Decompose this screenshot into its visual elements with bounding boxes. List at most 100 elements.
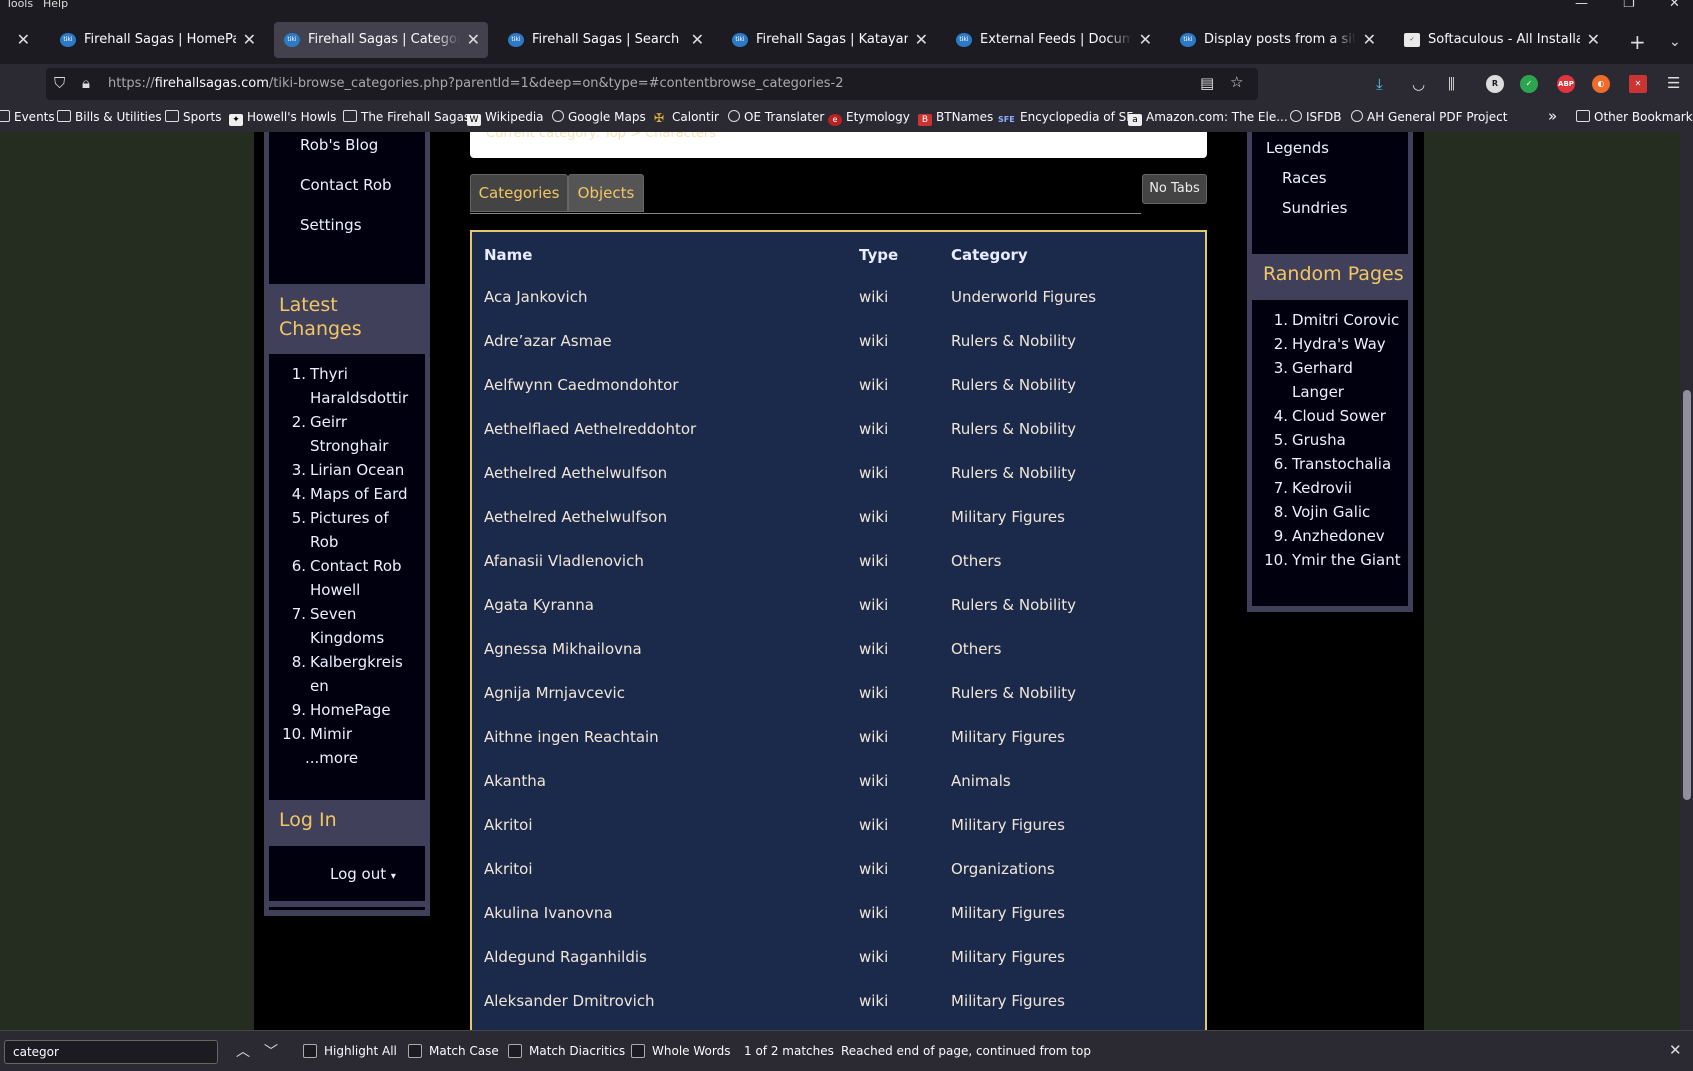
contact-rob-link[interactable]: Contact Rob [300,176,392,194]
bookmark-oe-translater[interactable]: OE Translater [728,110,824,124]
tab-categories[interactable]: Categories [470,174,568,212]
list-item[interactable]: 9. HomePage [282,698,412,722]
browser-tab[interactable]: ✓ Softaculous - All Installations ✕ [1394,22,1608,58]
cell-category[interactable]: Others [951,640,1001,658]
menu-help[interactable]: Help [43,0,68,10]
bookmark-amazon[interactable]: a Amazon.com: The Ele... [1128,110,1288,126]
browser-tab[interactable]: tiki Display posts from a site blog | [ … [1170,22,1384,58]
bookmark-sports[interactable]: Sports [165,110,221,124]
lock-icon[interactable]: 🔒︎ [82,74,90,92]
app-menu-icon[interactable]: ☰ [1667,74,1680,92]
list-item[interactable]: 6. Transtochalia [1264,452,1404,476]
find-input[interactable] [4,1040,218,1064]
cell-category[interactable]: Military Figures [951,948,1065,966]
bookmarks-overflow-icon[interactable]: » [1548,107,1557,125]
legends-link[interactable]: Legends [1266,139,1329,157]
list-item[interactable]: 2. Hydra's Way [1264,332,1404,356]
cell-category[interactable]: Military Figures [951,816,1065,834]
rob-blog-link[interactable]: Rob's Blog [300,136,378,154]
bookmark-isfdb[interactable]: ISFDB [1290,110,1342,124]
tab-partial[interactable]: ✕ [0,22,38,58]
cell-name[interactable]: Aelfwynn Caedmondohtor [484,376,678,394]
scrollbar-thumb[interactable] [1683,390,1691,800]
page-scrollbar[interactable] [1680,132,1693,1030]
cell-name[interactable]: Aethelred Aethelwulfson [484,508,667,526]
list-item[interactable]: 3. Gerhard Langer [1264,356,1404,404]
highlight-all-checkbox[interactable]: Highlight All [303,1044,397,1058]
list-item[interactable]: 3. Lirian Ocean [282,458,412,482]
new-tab-icon[interactable]: + [1629,30,1646,54]
close-tab-icon[interactable]: ✕ [915,30,928,49]
close-find-bar-icon[interactable]: ✕ [1669,1041,1682,1059]
browser-tab[interactable]: tiki Firehall Sagas | Search ✕ [498,22,712,58]
cell-name[interactable]: Akulina Ivanovna [484,904,613,922]
close-tab-icon[interactable]: ✕ [243,30,256,49]
cell-name[interactable]: Aleksander Dmitrovich [484,992,655,1010]
address-bar[interactable]: ⛉ 🔒︎ https://firehallsagas.com/tiki-brow… [46,68,1258,100]
bookmark-events[interactable]: Events [0,110,55,124]
list-item[interactable]: 1. Thyri Haraldsdottir [282,362,412,410]
cell-name[interactable]: Afanasii Vladlenovich [484,552,644,570]
cell-name[interactable]: Akritoi [484,816,533,834]
extension-r-icon[interactable]: R [1486,75,1504,93]
bookmark-bills[interactable]: Bills & Utilities [57,110,162,124]
cell-category[interactable]: Organizations [951,860,1055,878]
match-case-checkbox[interactable]: Match Case [408,1044,499,1058]
cell-name[interactable]: Aldegund Raganhildis [484,948,647,966]
bookmark-btnames[interactable]: B BTNames [918,110,993,126]
cell-category[interactable]: Others [951,552,1001,570]
list-item[interactable]: 5. Grusha [1264,428,1404,452]
cell-name[interactable]: Agata Kyranna [484,596,594,614]
list-item[interactable]: 4. Cloud Sower [1264,404,1404,428]
list-item[interactable]: 4. Maps of Eard [282,482,412,506]
column-header-category[interactable]: Category [951,246,1028,264]
cell-category[interactable]: Military Figures [951,728,1065,746]
cell-category[interactable]: Military Figures [951,992,1065,1010]
pocket-icon[interactable]: ◡ [1412,75,1425,93]
match-diacritics-checkbox[interactable]: Match Diacritics [508,1044,625,1058]
column-header-name[interactable]: Name [484,246,532,264]
list-tabs-icon[interactable]: ⌄ [1669,34,1681,50]
breadcrumb[interactable]: Current category: Top > Characters [486,132,716,141]
cell-category[interactable]: Rulers & Nobility [951,464,1076,482]
list-item[interactable]: 10. Mimir [282,722,412,746]
extension-orange-icon[interactable]: ◐ [1592,75,1610,93]
cell-name[interactable]: Agnessa Mikhailovna [484,640,642,658]
sundries-link[interactable]: Sundries [1282,199,1347,217]
cell-category[interactable]: Rulers & Nobility [951,684,1076,702]
find-next-icon[interactable]: ﹀ [264,1041,278,1061]
races-link[interactable]: Races [1282,169,1327,187]
list-item[interactable]: 2. Geirr Stronghair [282,410,412,458]
bookmark-google-maps[interactable]: Google Maps [552,110,646,124]
restore-icon[interactable]: ❐ [1623,0,1635,11]
adblock-plus-icon[interactable]: ABP [1557,75,1575,93]
browser-tab[interactable]: tiki Firehall Sagas | HomePage ✕ [50,22,264,58]
cell-category[interactable]: Military Figures [951,508,1065,526]
list-item[interactable]: 8. Kalbergkreisen [282,650,412,698]
column-header-type[interactable]: Type [859,246,898,264]
browser-tab[interactable]: tiki External Feeds | Documentation ✕ [946,22,1160,58]
close-tab-icon[interactable]: ✕ [691,30,704,49]
list-item[interactable]: 7. Seven Kingdoms [282,602,412,650]
close-tab-icon[interactable]: ✕ [1139,30,1152,49]
menu-tools[interactable]: Tools [6,0,33,10]
browser-tab[interactable]: tiki Firehall Sagas | Katayanicum ✕ [722,22,936,58]
cell-category[interactable]: Rulers & Nobility [951,332,1076,350]
cell-name[interactable]: Aithne ingen Reachtain [484,728,659,746]
minimize-icon[interactable]: — [1575,0,1588,11]
browser-tab-active[interactable]: tiki Firehall Sagas | Category: Chara ✕ [274,22,488,58]
find-previous-icon[interactable]: ︿ [236,1041,250,1061]
extension-check-icon[interactable]: ✓ [1520,75,1538,93]
close-tab-icon[interactable]: ✕ [17,30,30,49]
bookmark-firehall-sagas[interactable]: The Firehall Sagas [343,110,470,124]
list-item[interactable]: 1. Dmitri Corovic [1264,308,1404,332]
cell-category[interactable]: Rulers & Nobility [951,420,1076,438]
close-tab-icon[interactable]: ✕ [1587,30,1600,49]
bookmark-other[interactable]: Other Bookmarks [1576,110,1693,124]
list-item[interactable]: 6. Contact Rob Howell [282,554,412,602]
reader-view-icon[interactable]: ▤ [1200,74,1214,92]
list-item[interactable]: 8. Vojin Galic [1264,500,1404,524]
extension-red-icon[interactable]: ✕ [1629,75,1647,93]
settings-link[interactable]: Settings [300,216,362,234]
cell-category[interactable]: Underworld Figures [951,288,1096,306]
